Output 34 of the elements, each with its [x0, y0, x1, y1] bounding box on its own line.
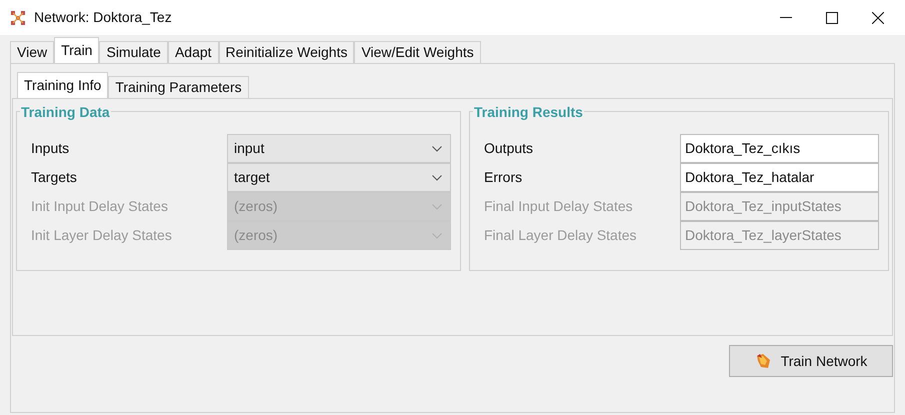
field-label: Targets	[31, 168, 78, 187]
dropdown[interactable]: target	[227, 163, 451, 192]
text-field: Doktora_Tez_layerStates	[680, 221, 879, 250]
chevron-down-icon	[432, 146, 442, 152]
chevron-down-icon	[432, 204, 442, 210]
tab[interactable]: View	[10, 41, 54, 63]
chevron-down-icon	[432, 174, 442, 180]
tab[interactable]: View/Edit Weights	[354, 41, 481, 63]
network-icon	[10, 10, 26, 26]
dropdown: (zeros)	[227, 192, 451, 221]
tab[interactable]: Train	[54, 37, 100, 63]
tab[interactable]: Reinitialize Weights	[218, 41, 354, 63]
tab[interactable]: Simulate	[99, 41, 168, 63]
field-label: Outputs	[484, 139, 534, 158]
field-label: Final Input Delay States	[484, 197, 634, 216]
subtab[interactable]: Training Parameters	[108, 76, 249, 98]
field-label: Init Input Delay States	[31, 197, 169, 216]
text-field[interactable]: Doktora_Tez_cıkıs	[680, 134, 879, 163]
dropdown[interactable]: input	[227, 134, 451, 163]
field-label: Inputs	[31, 139, 70, 158]
minimize-icon	[780, 16, 792, 18]
dropdown: (zeros)	[227, 221, 451, 250]
train-network-button[interactable]: Train Network	[729, 345, 893, 377]
field-label: Errors	[484, 168, 524, 187]
field-label: Init Layer Delay States	[31, 226, 173, 245]
text-field: Doktora_Tez_inputStates	[680, 192, 879, 221]
field-label: Final Layer Delay States	[484, 226, 638, 245]
subtab[interactable]: Training Info	[17, 72, 108, 98]
chevron-down-icon	[432, 232, 442, 238]
tab[interactable]: Adapt	[168, 41, 219, 63]
maximize-icon	[826, 12, 838, 24]
text-field[interactable]: Doktora_Tez_hatalar	[680, 163, 879, 192]
window-title: Network: Doktora_Tez	[34, 8, 172, 27]
close-icon	[872, 12, 884, 24]
